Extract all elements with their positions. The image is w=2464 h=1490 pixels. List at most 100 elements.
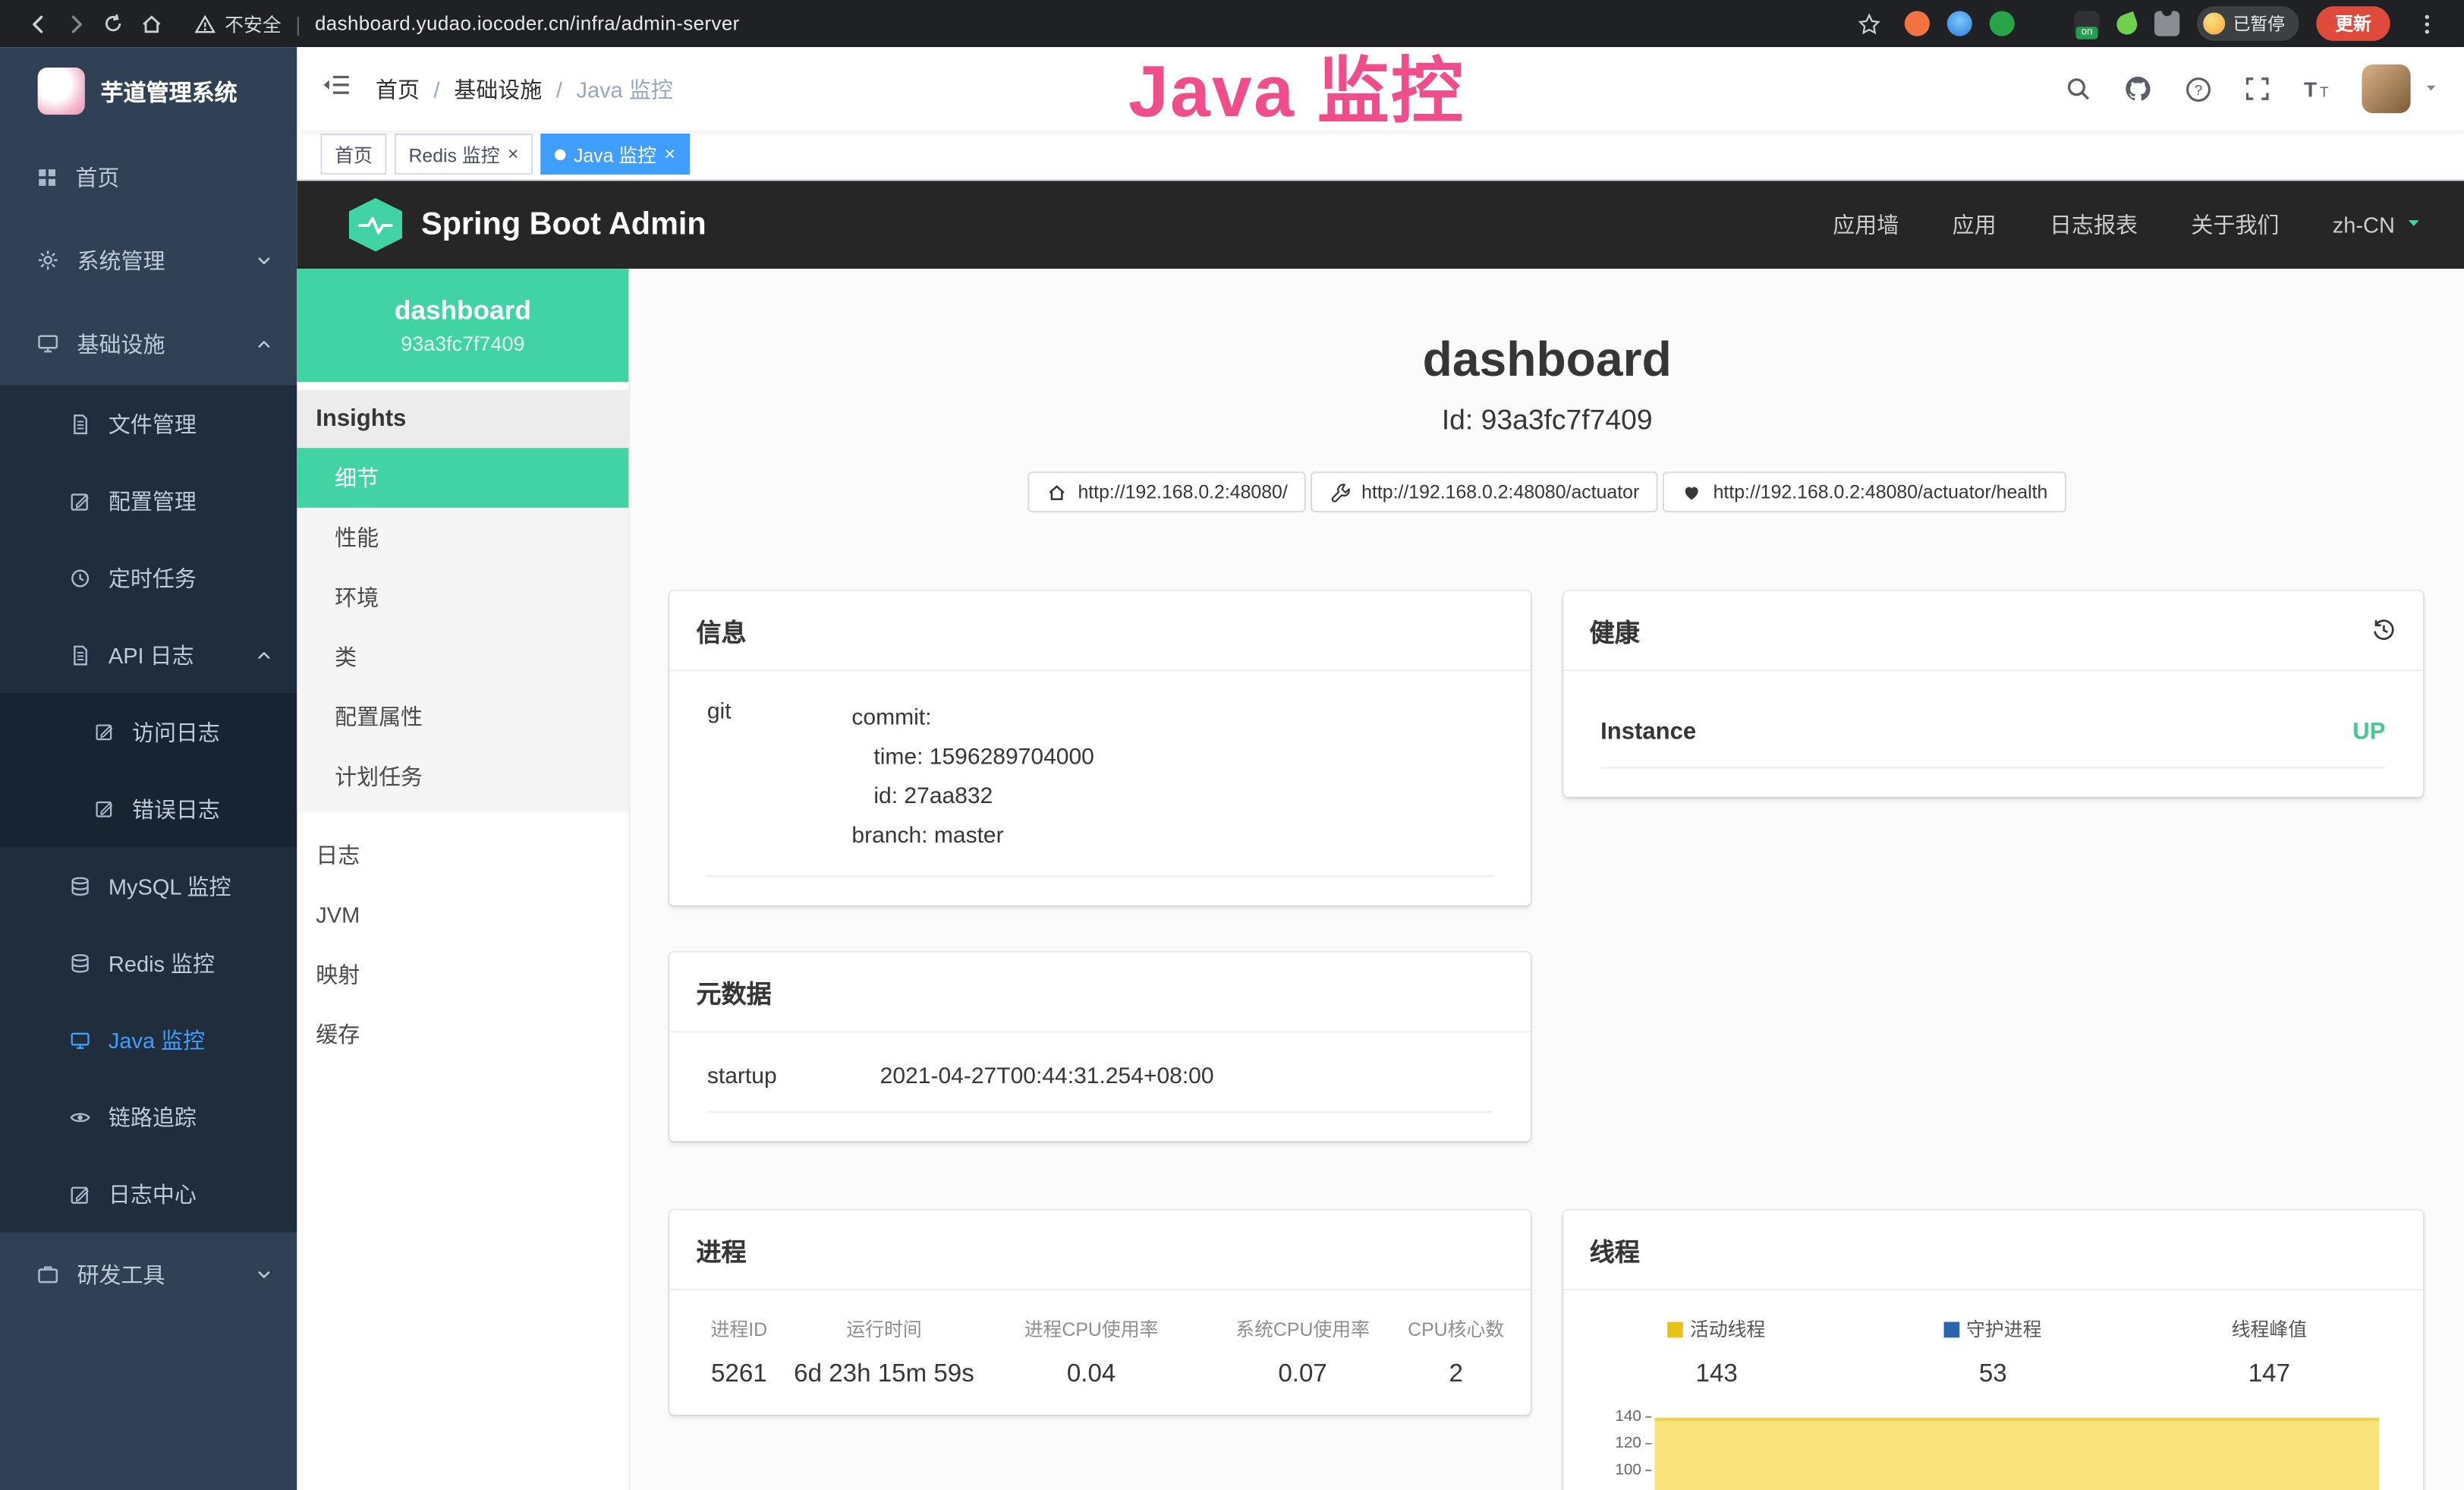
- bookmark-star-icon[interactable]: [1849, 5, 1887, 43]
- sidebar-item-mysql-monitor[interactable]: MySQL 监控: [0, 847, 297, 924]
- sidebar-item-label: API 日志: [109, 639, 194, 670]
- history-icon[interactable]: [2371, 618, 2396, 643]
- app-sidebar: 芋道管理系统 首页 系统管理 基础设施 文件管理: [0, 47, 297, 1490]
- status-badge: UP: [2352, 718, 2385, 745]
- app-logo[interactable]: 芋道管理系统: [0, 47, 297, 135]
- daemon-threads-swatch: [1944, 1321, 1960, 1337]
- sidebar-item-access-logs[interactable]: 访问日志: [0, 693, 297, 770]
- tab-home[interactable]: 首页: [320, 134, 386, 175]
- sidebar-item-infra[interactable]: 基础设施: [0, 302, 297, 386]
- sidebar-collapse-icon[interactable]: [297, 74, 376, 103]
- sba-item-details[interactable]: 细节: [297, 448, 628, 508]
- extensions-puzzle-icon[interactable]: [2154, 11, 2179, 36]
- sba-item-logs[interactable]: 日志: [297, 825, 628, 885]
- sba-item-config-props[interactable]: 配置属性: [297, 687, 628, 747]
- locale-select[interactable]: zh-CN: [2333, 213, 2423, 238]
- browser-menu-icon[interactable]: [2407, 5, 2445, 43]
- sba-nav-journal[interactable]: 日志报表: [2050, 209, 2138, 240]
- close-icon[interactable]: ×: [508, 145, 519, 164]
- sidebar-item-devtools[interactable]: 研发工具: [0, 1233, 297, 1316]
- back-icon[interactable]: [19, 5, 57, 43]
- github-icon[interactable]: [2123, 74, 2153, 103]
- breadcrumb-infra[interactable]: 基础设施: [454, 73, 542, 104]
- sba-item-scheduled-tasks[interactable]: 计划任务: [297, 747, 628, 807]
- breadcrumb: 首页 / 基础设施 / Java 监控: [376, 73, 673, 104]
- home-icon: [1046, 482, 1067, 502]
- profile-paused-pill[interactable]: 已暂停: [2197, 6, 2299, 41]
- actuator-url-chip[interactable]: http://192.168.0.2:48080/actuator: [1311, 471, 1658, 512]
- sidebar-item-tracing[interactable]: 链路追踪: [0, 1079, 297, 1155]
- sba-item-mappings[interactable]: 映射: [297, 945, 628, 1005]
- sba-header: Spring Boot Admin 应用墙 应用 日志报表 关于我们 zh-CN: [297, 181, 2464, 269]
- extension-green-icon[interactable]: [1990, 11, 2015, 36]
- help-icon[interactable]: [2184, 74, 2212, 102]
- instance-title: dashboard: [630, 332, 2464, 389]
- sidebar-item-log-center[interactable]: 日志中心: [0, 1155, 297, 1232]
- sidebar-item-label: 基础设施: [77, 328, 165, 359]
- sba-item-caches[interactable]: 缓存: [297, 1004, 628, 1064]
- fullscreen-icon[interactable]: [2244, 75, 2270, 102]
- sidebar-item-label: 访问日志: [132, 716, 220, 747]
- pencil-square-icon: [69, 1183, 91, 1205]
- tab-java-monitor[interactable]: Java 监控 ×: [540, 134, 689, 175]
- active-tab-dot: [555, 149, 565, 159]
- process-header: 进程ID: [685, 1315, 793, 1342]
- process-value: 2: [1398, 1361, 1514, 1389]
- search-icon[interactable]: [2065, 75, 2091, 102]
- sba-item-environment[interactable]: 环境: [297, 568, 628, 628]
- heart-icon: [1682, 482, 1702, 502]
- extension-blue-icon[interactable]: [1947, 11, 1972, 36]
- reload-icon[interactable]: [94, 5, 132, 43]
- sidebar-item-redis-monitor[interactable]: Redis 监控: [0, 925, 297, 1001]
- sba-nav-wallboard[interactable]: 应用墙: [1833, 209, 1899, 240]
- sba-item-jvm[interactable]: JVM: [297, 885, 628, 945]
- process-value: 5261: [685, 1361, 793, 1389]
- sba-nav-about[interactable]: 关于我们: [2191, 209, 2279, 240]
- sidebar-item-file-manage[interactable]: 文件管理: [0, 385, 297, 461]
- extension-grid-icon[interactable]: [2032, 11, 2057, 36]
- close-icon[interactable]: ×: [664, 145, 675, 164]
- browser-home-icon[interactable]: [132, 5, 170, 43]
- sidebar-item-error-logs[interactable]: 错误日志: [0, 770, 297, 847]
- eye-icon: [69, 1106, 91, 1128]
- avatar-caret-icon[interactable]: [2423, 74, 2439, 102]
- sidebar-item-label: MySQL 监控: [109, 870, 231, 901]
- sba-brand-title[interactable]: Spring Boot Admin: [421, 206, 706, 243]
- font-size-icon[interactable]: [2302, 74, 2330, 102]
- sidebar-item-config-manage[interactable]: 配置管理: [0, 462, 297, 539]
- threads-card: 线程 活动线程 143 守护进程: [1562, 1211, 2423, 1490]
- chevron-up-icon: [254, 334, 273, 353]
- instance-header[interactable]: dashboard 93a3fc7f7409: [297, 269, 628, 382]
- sidebar-item-system[interactable]: 系统管理: [0, 219, 297, 302]
- site-security[interactable]: 不安全: [195, 10, 282, 36]
- service-url-chip[interactable]: http://192.168.0.2:48080/: [1027, 471, 1306, 512]
- sba-root-items: 日志 JVM 映射 缓存: [297, 825, 628, 1064]
- chevron-up-icon: [254, 645, 273, 664]
- sidebar-item-label: 文件管理: [109, 408, 197, 439]
- extension-on-icon[interactable]: on: [2074, 11, 2099, 36]
- sidebar-item-label: 配置管理: [109, 485, 197, 516]
- forward-icon[interactable]: [57, 5, 95, 43]
- update-button[interactable]: 更新: [2316, 6, 2390, 41]
- spring-boot-admin-logo[interactable]: [349, 198, 402, 251]
- sba-item-metrics[interactable]: 性能: [297, 508, 628, 568]
- threads-card-title: 线程: [1590, 1230, 1640, 1268]
- insights-section-label: Insights: [297, 390, 628, 449]
- sidebar-item-home[interactable]: 首页: [0, 135, 297, 219]
- sidebar-item-java-monitor[interactable]: Java 监控: [0, 1001, 297, 1078]
- sba-nav-applications[interactable]: 应用: [1953, 209, 1997, 240]
- health-url-chip[interactable]: http://192.168.0.2:48080/actuator/health: [1663, 471, 2066, 512]
- extension-orange-icon[interactable]: [1905, 11, 1930, 36]
- database-icon: [69, 952, 91, 974]
- sidebar-item-scheduled-jobs[interactable]: 定时任务: [0, 539, 297, 616]
- sba-item-classes[interactable]: 类: [297, 627, 628, 687]
- url-bar[interactable]: dashboard.yudao.iocoder.cn/infra/admin-s…: [315, 13, 740, 35]
- instance-links: http://192.168.0.2:48080/ http://192.168…: [630, 471, 2464, 512]
- y-axis-tick: 140: [1615, 1408, 1651, 1425]
- extension-leaf-icon[interactable]: [2114, 11, 2141, 37]
- tab-redis-monitor[interactable]: Redis 监控 ×: [395, 134, 533, 175]
- sidebar-item-api-logs[interactable]: API 日志: [0, 616, 297, 693]
- breadcrumb-home[interactable]: 首页: [376, 73, 420, 104]
- sidebar-item-label: Java 监控: [109, 1024, 205, 1055]
- user-avatar[interactable]: [2362, 65, 2410, 113]
